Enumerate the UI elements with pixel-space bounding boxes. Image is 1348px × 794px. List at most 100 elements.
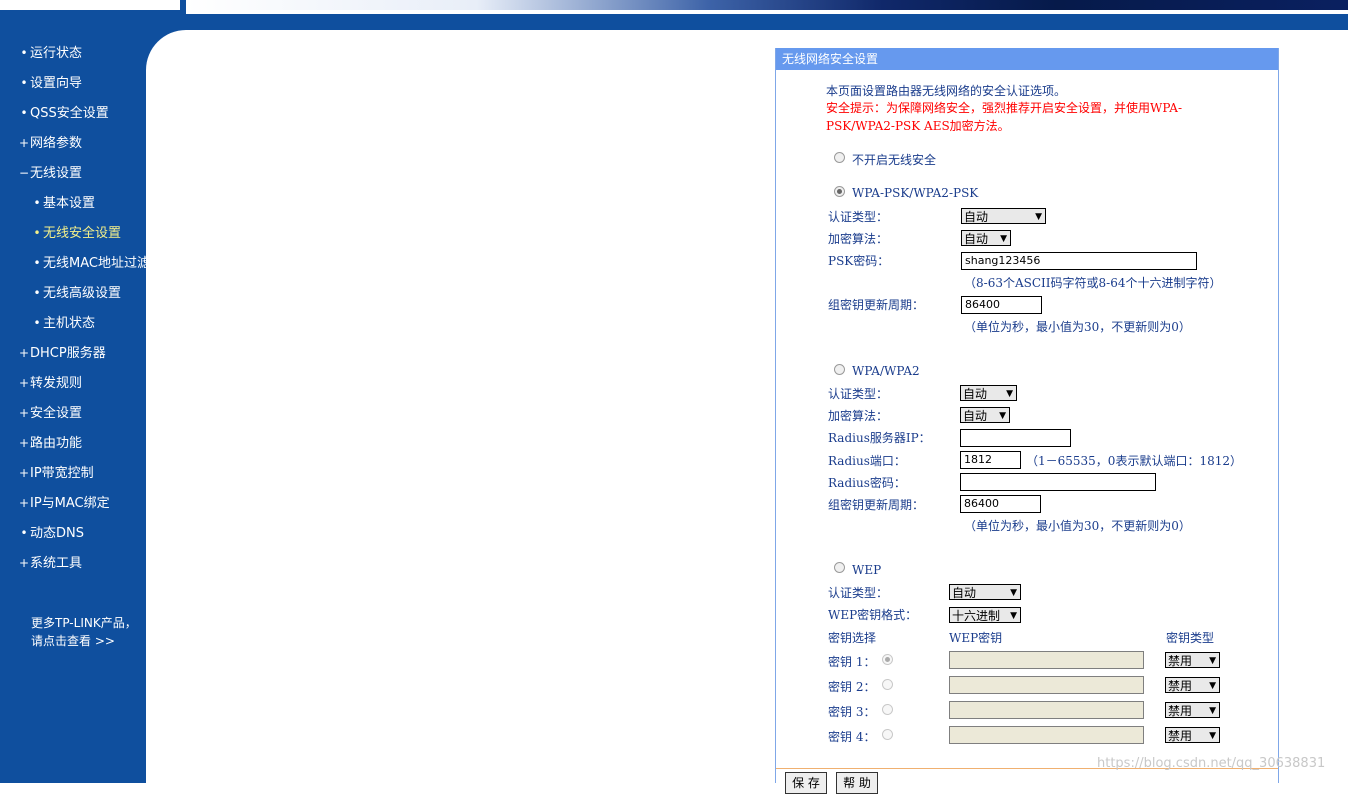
bullet-icon: •: [20, 526, 28, 540]
menu-label: 网络参数: [30, 136, 83, 151]
more-products-link[interactable]: 更多TP-LINK产品， 请点击查看 >>: [31, 614, 137, 650]
wep-key-2-radio[interactable]: [882, 679, 893, 690]
menu-item-network[interactable]: +网络参数: [0, 133, 82, 153]
bullet-icon: •: [33, 316, 41, 330]
dropdown-arrow-icon: ▼: [1035, 212, 1042, 222]
psk-password-hint: （8-63个ASCII码字符或8-64个十六进制字符）: [964, 276, 1222, 290]
radio-wep[interactable]: [834, 562, 845, 573]
menu-item-security[interactable]: +安全设置: [0, 403, 82, 423]
menu-label: 设置向导: [30, 76, 83, 91]
menu-item-wizard[interactable]: • 设置向导: [0, 73, 82, 93]
radius-ip-input[interactable]: [960, 429, 1071, 447]
radius-password-input[interactable]: [960, 473, 1156, 491]
menu-item-status[interactable]: • 运行状态: [0, 43, 82, 63]
radio-wpa[interactable]: [834, 364, 845, 375]
panel-title: 无线网络安全设置: [782, 52, 879, 66]
radio-no-security[interactable]: [834, 152, 845, 163]
wpa-psk-period-input[interactable]: 86400: [961, 296, 1042, 314]
select-value: 十六进制: [952, 609, 1001, 623]
menu-item-wireless[interactable]: −无线设置: [0, 163, 82, 183]
menu-label: 无线MAC地址过滤: [43, 256, 150, 271]
wpa-enc-select[interactable]: 自动 ▼: [960, 407, 1010, 423]
bullet-icon: •: [33, 226, 41, 240]
wep-key-4-radio[interactable]: [882, 729, 893, 740]
bullet-icon: •: [33, 286, 41, 300]
wep-key-1-input[interactable]: [949, 651, 1144, 669]
wep-key-1-type-select[interactable]: 禁用 ▼: [1165, 652, 1220, 668]
dropdown-arrow-icon: ▼: [1209, 706, 1216, 716]
wep-key-3-type-select[interactable]: 禁用 ▼: [1165, 702, 1220, 718]
wep-key-2-type-select[interactable]: 禁用 ▼: [1165, 677, 1220, 693]
menu-item-forwarding[interactable]: +转发规则: [0, 373, 82, 393]
wireless-security-panel: 无线网络安全设置 本页面设置路由器无线网络的安全认证选项。 安全提示：为保障网络…: [775, 48, 1279, 794]
warning-line-2: PSK/WPA2-PSK AES加密方法。: [826, 119, 1010, 133]
radius-port-hint: （1－65535，0表示默认端口：1812）: [1026, 454, 1242, 468]
radius-password-label: Radius密码：: [828, 476, 906, 490]
wep-auth-select[interactable]: 自动 ▼: [949, 584, 1021, 600]
menu-item-ip-mac-binding[interactable]: +IP与MAC绑定: [0, 493, 110, 513]
wpa-period-input[interactable]: 86400: [960, 495, 1041, 513]
dropdown-arrow-icon: ▼: [1209, 656, 1216, 666]
menu-label: 主机状态: [43, 316, 96, 331]
expand-icon: +: [18, 436, 30, 450]
menu-label: 无线高级设置: [43, 286, 122, 301]
dropdown-arrow-icon: ▼: [1010, 611, 1017, 621]
expand-icon: +: [18, 346, 30, 360]
select-value: 禁用: [1168, 729, 1193, 743]
wpa-period-hint: （单位为秒，最小值为30，不更新则为0）: [964, 519, 1191, 533]
wep-key-3-radio[interactable]: [882, 704, 893, 715]
wep-key-4-type-select[interactable]: 禁用 ▼: [1165, 727, 1220, 743]
select-value: 自动: [952, 586, 977, 600]
bullet-icon: •: [20, 76, 28, 90]
wpa-auth-label: 认证类型：: [828, 387, 889, 401]
menu-label: 无线安全设置: [43, 226, 122, 241]
more-products-line2: 请点击查看 >>: [31, 634, 115, 648]
menu-item-routing[interactable]: +路由功能: [0, 433, 82, 453]
wpa-auth-select[interactable]: 自动 ▼: [960, 385, 1017, 401]
dropdown-arrow-icon: ▼: [999, 411, 1006, 421]
menu-label: QSS安全设置: [30, 106, 109, 121]
radio-wpa-psk[interactable]: [834, 186, 845, 197]
wep-key-1-radio[interactable]: [882, 654, 893, 665]
select-value: 自动: [964, 232, 989, 246]
label-wpa: WPA/WPA2: [852, 364, 920, 378]
menu-label: IP与MAC绑定: [30, 496, 110, 511]
select-value: 自动: [964, 210, 989, 224]
wep-format-select[interactable]: 十六进制 ▼: [949, 607, 1021, 623]
intro-text: 本页面设置路由器无线网络的安全认证选项。: [826, 84, 1067, 98]
wpa-psk-auth-select[interactable]: 自动 ▼: [961, 208, 1046, 224]
menu-item-wireless-security[interactable]: • 无线安全设置: [0, 223, 121, 243]
menu-item-mac-filter[interactable]: • 无线MAC地址过滤: [0, 253, 150, 273]
radius-port-label: Radius端口：: [828, 454, 906, 468]
select-value: 禁用: [1168, 704, 1193, 718]
dropdown-arrow-icon: ▼: [1006, 389, 1013, 399]
wep-key-4-label: 密钥 4：: [828, 730, 876, 744]
help-button[interactable]: 帮 助: [836, 772, 878, 794]
wpa-psk-enc-select[interactable]: 自动 ▼: [961, 230, 1011, 246]
menu-item-host-status[interactable]: • 主机状态: [0, 313, 95, 333]
menu-label: 无线设置: [30, 166, 83, 181]
banner-logo-area: [0, 0, 180, 10]
psk-password-input[interactable]: shang123456: [961, 252, 1197, 270]
psk-password-label: PSK密码：: [828, 254, 890, 268]
wep-key-4-input[interactable]: [949, 726, 1144, 744]
menu-item-ddns[interactable]: • 动态DNS: [0, 523, 84, 543]
menu-item-wireless-basic[interactable]: • 基本设置: [0, 193, 95, 213]
wpa-enc-label: 加密算法：: [828, 409, 889, 423]
wep-key-2-input[interactable]: [949, 676, 1144, 694]
wpa-psk-period-hint: （单位为秒，最小值为30，不更新则为0）: [964, 320, 1191, 334]
wep-key-3-input[interactable]: [949, 701, 1144, 719]
menu-item-qss[interactable]: • QSS安全设置: [0, 103, 109, 123]
wep-key-1-label: 密钥 1：: [828, 655, 876, 669]
menu-item-system-tools[interactable]: +系统工具: [0, 553, 82, 573]
menu-item-dhcp[interactable]: +DHCP服务器: [0, 343, 106, 363]
wep-key-2-label: 密钥 2：: [828, 680, 876, 694]
menu-label: 运行状态: [30, 46, 83, 61]
menu-item-bandwidth[interactable]: +IP带宽控制: [0, 463, 94, 483]
menu-item-wireless-advanced[interactable]: • 无线高级设置: [0, 283, 121, 303]
dropdown-arrow-icon: ▼: [1000, 234, 1007, 244]
bullet-icon: •: [33, 256, 41, 270]
save-button[interactable]: 保 存: [785, 772, 827, 794]
radius-port-input[interactable]: 1812: [960, 451, 1021, 469]
bullet-icon: •: [20, 106, 28, 120]
